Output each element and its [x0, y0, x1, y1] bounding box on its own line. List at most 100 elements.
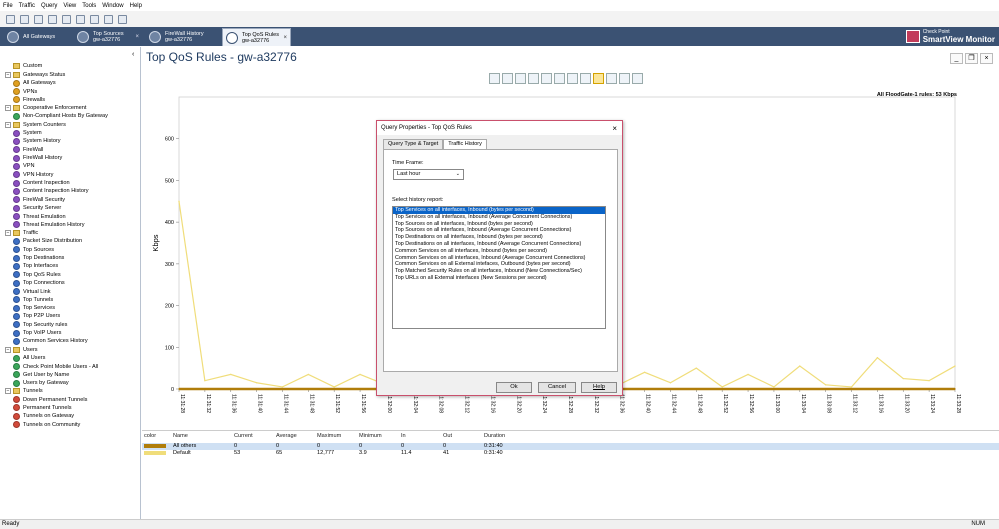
expand-toggle-icon[interactable]: −	[5, 388, 11, 394]
col-color[interactable]: color	[144, 433, 156, 439]
col-minimum[interactable]: Minimum	[359, 433, 382, 439]
history-chart-icon[interactable]	[593, 73, 604, 84]
tree-item[interactable]: Content Inspection	[13, 179, 70, 187]
history-report-item[interactable]: Top Destinations on all interfaces, Inbo…	[393, 241, 605, 248]
tree-item[interactable]: Common Services History	[13, 337, 88, 345]
open-icon[interactable]	[6, 14, 15, 24]
tree-item[interactable]: Top P2P Users	[13, 312, 60, 320]
menu-tools[interactable]: Tools	[82, 3, 96, 9]
history-report-item[interactable]: Top Services on all interfaces, Inbound …	[393, 214, 605, 221]
tree-item[interactable]: VPNs	[13, 88, 37, 96]
help-icon[interactable]	[118, 14, 127, 24]
network-icon[interactable]	[34, 14, 43, 24]
menu-traffic[interactable]: Traffic	[19, 3, 35, 9]
pie-chart-icon[interactable]	[606, 73, 617, 84]
tree-item[interactable]: System	[13, 129, 42, 137]
close-icon[interactable]: ×	[283, 35, 287, 41]
tree-item[interactable]: VPN History	[13, 171, 53, 179]
close-icon[interactable]: ×	[135, 34, 139, 40]
tree-item[interactable]: − Cooperative Enforcement	[5, 104, 86, 112]
col-current[interactable]: Current	[234, 433, 253, 439]
history-report-item[interactable]: Top Destinations on all interfaces, Inbo…	[393, 234, 605, 241]
col-in[interactable]: In	[401, 433, 406, 439]
tree-item[interactable]: Non-Compliant Hosts By Gateway	[13, 112, 108, 120]
tree-item[interactable]: VPN	[13, 162, 35, 170]
tree-item[interactable]: Top Interfaces	[13, 262, 58, 270]
menu-window[interactable]: Window	[102, 3, 123, 9]
history-report-item[interactable]: Top Services on all interfaces, Inbound …	[393, 207, 605, 214]
close-button[interactable]: ×	[980, 53, 993, 64]
tree-item[interactable]: Top Connections	[13, 279, 65, 287]
block-icon[interactable]	[90, 14, 99, 24]
expand-toggle-icon[interactable]: −	[5, 105, 11, 111]
edit-icon[interactable]	[541, 73, 552, 84]
collapse-pane-icon[interactable]: ‹	[132, 51, 134, 58]
tree-item[interactable]: FireWall Security	[13, 196, 65, 204]
tree-item[interactable]: − Tunnels	[5, 387, 43, 395]
tab-top-sources[interactable]: Top Sources gw-a32776 ×	[74, 27, 142, 46]
tree-item[interactable]: Top Security rules	[13, 321, 67, 329]
close-icon[interactable]: ×	[612, 124, 617, 133]
col-average[interactable]: Average	[276, 433, 297, 439]
gateway-icon[interactable]	[48, 14, 57, 24]
tree-item[interactable]: − Gateways Status	[5, 71, 65, 79]
tree-item[interactable]: Top Tunnels	[13, 296, 53, 304]
tree-item[interactable]: Top Destinations	[13, 254, 64, 262]
monitor-icon[interactable]	[62, 14, 71, 24]
tree-item[interactable]: Custom	[13, 62, 42, 70]
tree-item[interactable]: Tunnels on Community	[13, 421, 80, 429]
time-frame-select[interactable]: Last hour ⌄	[393, 169, 464, 180]
tree-item[interactable]: Threat Emulation	[13, 213, 66, 221]
tree-item[interactable]: Top Services	[13, 304, 55, 312]
tab-firewall-history[interactable]: FireWall History gw-a32776	[146, 27, 221, 46]
menu-file[interactable]: File	[3, 3, 13, 9]
list-icon[interactable]	[76, 14, 85, 24]
history-report-list[interactable]: Top Services on all interfaces, Inbound …	[392, 206, 606, 329]
expand-toggle-icon[interactable]: −	[5, 71, 11, 78]
col-duration[interactable]: Duration	[484, 433, 505, 439]
tree-item[interactable]: − System Counters	[5, 121, 66, 129]
tab-all-gateways[interactable]: All Gateways	[4, 27, 66, 46]
history-report-item[interactable]: Common Services on all External inteface…	[393, 261, 605, 268]
help-button[interactable]: Help	[581, 382, 617, 393]
tree-item[interactable]: Tunnels on Gateway	[13, 412, 74, 420]
tree-item[interactable]: Firewalls	[13, 96, 45, 104]
tree-item[interactable]: Permanent Tunnels	[13, 404, 72, 412]
tree-item[interactable]: Packet Size Distribution	[13, 237, 82, 245]
tree-item[interactable]: Content Inspection History	[13, 187, 89, 195]
restore-button[interactable]: ❐	[965, 53, 978, 64]
tree-item[interactable]: Top QoS Rules	[13, 271, 61, 279]
tree-item[interactable]: Virtual Link	[13, 288, 51, 296]
history-report-item[interactable]: Top Sources on all interfaces, Inbound (…	[393, 227, 605, 234]
expand-toggle-icon[interactable]: −	[5, 230, 11, 236]
expand-toggle-icon[interactable]: −	[5, 347, 11, 353]
tree-item[interactable]: Get User by Name	[13, 371, 69, 379]
stacked-icon[interactable]	[567, 73, 578, 84]
menu-view[interactable]: View	[63, 3, 76, 9]
col-name[interactable]: Name	[173, 433, 188, 439]
tree-item[interactable]: Security Server	[13, 204, 61, 212]
settings-icon[interactable]	[104, 14, 113, 24]
save-icon[interactable]	[502, 73, 513, 84]
history-report-item[interactable]: Top Matched Security Rules on all interf…	[393, 268, 605, 275]
tab-query-type-target[interactable]: Query Type & Target	[383, 139, 444, 149]
tree-item[interactable]: Down Permanent Tunnels	[13, 396, 87, 404]
tree-item[interactable]: Top VoIP Users	[13, 329, 61, 337]
expand-toggle-icon[interactable]: −	[5, 121, 11, 128]
properties-icon[interactable]	[632, 73, 643, 84]
minimize-button[interactable]: _	[950, 53, 963, 64]
history-report-item[interactable]: Top URLs on all External interfaces (New…	[393, 275, 605, 282]
history-report-item[interactable]: Common Services on all interfaces, Inbou…	[393, 255, 605, 262]
tree-item[interactable]: Top Sources	[13, 246, 54, 254]
filter-icon[interactable]	[20, 14, 29, 24]
tree-item[interactable]: Check Point Mobile Users - All	[13, 363, 98, 371]
zoom-icon[interactable]	[528, 73, 539, 84]
table-view-icon[interactable]	[489, 73, 500, 84]
history-report-item[interactable]: Top Sources on all interfaces, Inbound (…	[393, 221, 605, 228]
menu-help[interactable]: Help	[130, 3, 142, 9]
tree-item[interactable]: System History	[13, 137, 61, 145]
tree-item[interactable]: Threat Emulation History	[13, 221, 85, 229]
tree-item[interactable]: All Users	[13, 354, 45, 362]
history-report-item[interactable]: Common Services on all interfaces, Inbou…	[393, 248, 605, 255]
tree-item[interactable]: All Gateways	[13, 79, 56, 87]
